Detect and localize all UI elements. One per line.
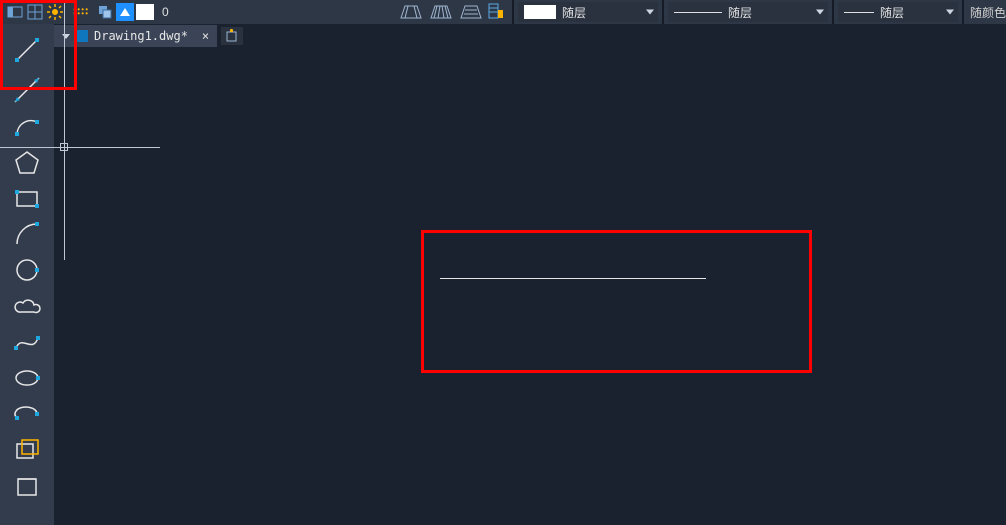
close-icon[interactable]: × <box>202 29 209 43</box>
arc-tool[interactable] <box>10 110 44 142</box>
draw-toolbar <box>0 24 54 525</box>
crosshair-horizontal <box>0 147 160 148</box>
crosshair-vertical <box>64 0 65 260</box>
table-props-icon[interactable] <box>488 3 506 21</box>
wireframe-solid-icon[interactable] <box>458 3 484 21</box>
rectangle-tool[interactable] <box>10 182 44 214</box>
drawn-line-entity[interactable] <box>440 278 706 279</box>
wireframe-icon[interactable] <box>398 3 424 21</box>
chevron-down-icon <box>646 10 654 15</box>
new-tab-button[interactable] <box>221 27 243 45</box>
linetype-swatch <box>674 12 722 13</box>
linetype-combo-label: 随层 <box>728 4 770 21</box>
layout-icon[interactable] <box>26 3 44 21</box>
color-combo[interactable]: 随层 <box>518 2 658 22</box>
spline-tool[interactable] <box>10 326 44 358</box>
line-tool[interactable] <box>10 30 44 70</box>
drawing-canvas[interactable] <box>54 48 1006 525</box>
xline-tool[interactable] <box>10 74 44 106</box>
lineweight-combo[interactable]: 随层 <box>838 2 958 22</box>
plotstyle-label: 随颜色 <box>970 4 1006 21</box>
color-swatch <box>524 5 556 19</box>
dot-grid-icon[interactable] <box>66 3 94 21</box>
panel-toggle-icon[interactable] <box>6 3 24 21</box>
wireframe-dense-icon[interactable] <box>428 3 454 21</box>
stack-icon[interactable] <box>96 3 114 21</box>
separator <box>512 0 514 24</box>
ellipse-tool[interactable] <box>10 362 44 394</box>
crosshair-pickbox <box>60 143 68 151</box>
app-logo-icon[interactable] <box>116 3 134 21</box>
ellipse-arc-tool[interactable] <box>10 398 44 430</box>
polygon-tool[interactable] <box>10 146 44 178</box>
document-tab-label: Drawing1.dwg* <box>94 29 188 43</box>
layer-name-label: 0 <box>162 5 169 19</box>
document-tab-active[interactable]: Drawing1.dwg* × <box>54 25 217 47</box>
viewport-style-group <box>398 3 506 21</box>
layer-color-swatch[interactable] <box>136 4 154 20</box>
chevron-down-icon <box>946 10 954 15</box>
fillet-arc-tool[interactable] <box>10 218 44 250</box>
top-ribbon: 0 随层 随层 随层 随颜色 <box>0 0 1006 24</box>
separator <box>962 0 964 24</box>
offset-tool[interactable] <box>10 434 44 466</box>
separator <box>662 0 664 24</box>
color-combo-label: 随层 <box>562 4 604 21</box>
circle-tool[interactable] <box>10 254 44 286</box>
dwg-badge-icon <box>76 30 88 42</box>
sun-icon[interactable] <box>46 3 64 21</box>
document-tabstrip: Drawing1.dwg* × <box>54 24 1006 48</box>
separator <box>832 0 834 24</box>
region-tool[interactable] <box>10 470 44 502</box>
lineweight-swatch <box>844 12 874 13</box>
linetype-combo[interactable]: 随层 <box>668 2 828 22</box>
cloud-tool[interactable] <box>10 290 44 322</box>
chevron-down-icon <box>816 10 824 15</box>
lineweight-combo-label: 随层 <box>880 4 922 21</box>
